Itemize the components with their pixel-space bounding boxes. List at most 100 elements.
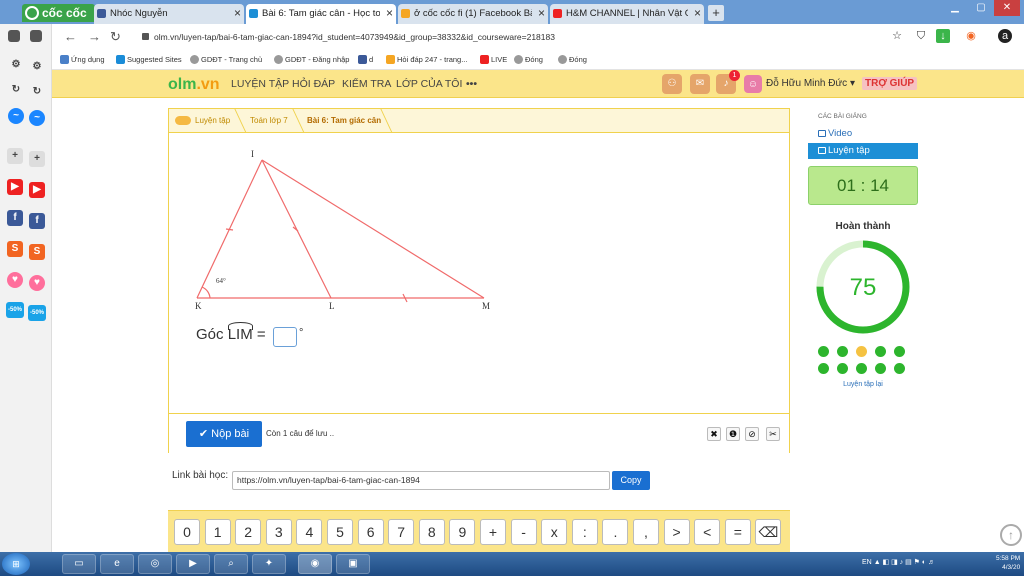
start-button[interactable]: ⊞ xyxy=(2,553,30,575)
key-2[interactable]: 2 xyxy=(235,519,262,545)
question-dot[interactable] xyxy=(837,363,848,374)
url-field[interactable]: olm.vn/luyen-tap/bai-6-tam-giac-can-1894… xyxy=(142,27,1012,47)
history-icon[interactable]: ↻ xyxy=(8,82,24,98)
key-backspace[interactable]: ⌫ xyxy=(755,519,782,545)
tab-bai-6[interactable]: Bài 6: Tam giác cân - Học toán × xyxy=(246,4,396,24)
heart-app-icon[interactable]: ♥ xyxy=(7,272,23,288)
block-icon[interactable]: ⊘ xyxy=(745,427,759,441)
key-6[interactable]: 6 xyxy=(357,519,384,545)
sale-icon[interactable]: -50% xyxy=(28,305,46,321)
notification-icon[interactable]: ♪ 1 xyxy=(716,70,740,94)
chrome-icon[interactable]: ◎ xyxy=(138,554,172,574)
key-8[interactable]: 8 xyxy=(418,519,445,545)
close-tab-icon[interactable]: × xyxy=(538,4,545,23)
media-player-icon[interactable]: ▶ xyxy=(176,554,210,574)
tab-nhoc-nguyen[interactable]: Nhóc Nguyễn × xyxy=(94,4,244,24)
bookmark-hoidap[interactable]: Hỏi đáp 247 - trang... xyxy=(386,55,467,64)
sidebar-panel-icon[interactable] xyxy=(30,30,42,42)
key-minus[interactable]: - xyxy=(510,519,537,545)
key-plus[interactable]: + xyxy=(480,519,506,545)
bookmark-star-icon[interactable]: ☆ xyxy=(890,29,904,43)
messenger-icon[interactable]: ~ xyxy=(29,110,45,126)
tray-icons[interactable]: ▲ ◧ ◨ ♪ ▤ ⚑ ◐ ♬ xyxy=(874,559,935,566)
key-equals[interactable]: = xyxy=(724,519,751,545)
add-app-icon[interactable]: + xyxy=(29,151,45,167)
shield-icon[interactable]: ⛉ xyxy=(914,29,928,43)
extension-icon[interactable]: ◉ xyxy=(964,29,978,43)
lesson-link-field[interactable]: https://olm.vn/luyen-tap/bai-6-tam-giac-… xyxy=(232,471,610,490)
key-less[interactable]: < xyxy=(694,519,721,545)
user-menu[interactable]: Đỗ Hữu Minh Đức ▾ xyxy=(766,78,855,89)
window-icon[interactable]: ▣ xyxy=(336,554,370,574)
help-button[interactable]: TRỢ GIÚP xyxy=(862,77,918,90)
history-icon[interactable]: ↻ xyxy=(29,84,45,100)
key-3[interactable]: 3 xyxy=(265,519,292,545)
question-dot[interactable] xyxy=(894,346,905,357)
close-tab-icon[interactable]: × xyxy=(694,4,701,23)
key-comma[interactable]: , xyxy=(633,519,659,545)
olm-logo[interactable]: olm.vn xyxy=(168,76,220,94)
bookmark-dong-1[interactable]: Đóng xyxy=(514,55,543,64)
new-tab-button[interactable]: + xyxy=(708,5,724,21)
key-1[interactable]: 1 xyxy=(204,519,231,545)
bookmark-apps[interactable]: Ứng dụng xyxy=(60,55,105,64)
maximize-button[interactable]: ▢ xyxy=(968,0,994,16)
info-icon[interactable]: ❶ xyxy=(726,427,740,441)
facebook-icon[interactable]: f xyxy=(7,210,23,226)
shopee-icon[interactable]: S xyxy=(29,244,45,260)
nav-more-icon[interactable]: ••• xyxy=(466,78,477,90)
coccoc-menu-button[interactable]: cốc cốc xyxy=(22,4,95,22)
key-7[interactable]: 7 xyxy=(388,519,415,545)
settings-icon[interactable]: ⚙ xyxy=(8,57,24,73)
sidebar-toggle-icon[interactable] xyxy=(8,30,20,42)
youtube-icon[interactable]: ▶ xyxy=(7,179,23,195)
tab-hm-channel[interactable]: H&M CHANNEL | Nhân Vật G × xyxy=(550,4,704,24)
bookmark-suggested-sites[interactable]: Suggested Sites xyxy=(116,55,182,64)
search-icon[interactable]: ⌕ xyxy=(214,554,248,574)
clock[interactable]: 5:58 PM 4/3/20 xyxy=(996,554,1020,572)
sidebar-item-video[interactable]: Video xyxy=(808,126,918,142)
minimize-button[interactable]: ▁ xyxy=(942,0,968,16)
ie-icon[interactable]: e xyxy=(100,554,134,574)
key-9[interactable]: 9 xyxy=(449,519,476,545)
avatar[interactable]: ☺ xyxy=(744,75,762,93)
shopee-icon[interactable]: S xyxy=(7,241,23,257)
reload-icon[interactable]: ↻ xyxy=(110,29,121,45)
nav-luyen-tap[interactable]: LUYỆN TẬP xyxy=(231,78,289,90)
bookmark-gddt-home[interactable]: GDĐT - Trang chủ xyxy=(190,55,262,64)
close-tab-icon[interactable]: × xyxy=(386,4,393,23)
explorer-icon[interactable]: ▭ xyxy=(62,554,96,574)
sale-icon[interactable]: -50% xyxy=(6,302,24,318)
question-dot[interactable] xyxy=(875,346,886,357)
nav-lop-cua-toi[interactable]: LỚP CỦA TÔI xyxy=(396,78,462,90)
scroll-top-icon[interactable]: ↑ xyxy=(1000,524,1022,546)
key-dot[interactable]: . xyxy=(602,519,629,545)
key-divide[interactable]: : xyxy=(571,519,598,545)
coccoc-taskbar-icon[interactable]: ◉ xyxy=(298,554,332,574)
question-dot[interactable] xyxy=(837,346,848,357)
download-icon[interactable]: ↓ xyxy=(936,29,950,43)
cut-icon[interactable]: ✂ xyxy=(766,427,780,441)
key-4[interactable]: 4 xyxy=(296,519,323,545)
add-app-icon[interactable]: + xyxy=(7,148,23,164)
bookmark-gddt-login[interactable]: GDĐT - Đăng nhập xyxy=(274,55,349,64)
messenger-icon[interactable]: ~ xyxy=(8,108,24,124)
nav-kiem-tra[interactable]: KIỂM TRA xyxy=(342,78,391,90)
copy-button[interactable]: Copy xyxy=(612,471,650,490)
profile-icon[interactable]: a xyxy=(998,29,1012,43)
bookmark-dong-2[interactable]: Đóng xyxy=(558,55,587,64)
back-icon[interactable]: ← xyxy=(64,29,77,44)
retry-link[interactable]: Luyện tập lại xyxy=(808,381,918,388)
facebook-icon[interactable]: f xyxy=(29,213,45,229)
question-dot[interactable] xyxy=(818,346,829,357)
nav-hoi-dap[interactable]: HỎI ĐÁP xyxy=(292,78,335,90)
close-tab-icon[interactable]: × xyxy=(234,4,241,23)
key-5[interactable]: 5 xyxy=(327,519,353,545)
chat-icon[interactable]: ✉ xyxy=(690,74,710,94)
heart-app-icon[interactable]: ♥ xyxy=(29,275,45,291)
bookmark-facebook-d[interactable]: d xyxy=(358,55,373,64)
question-dot[interactable] xyxy=(818,363,829,374)
submit-button[interactable]: ✔ Nộp bài xyxy=(186,421,262,447)
key-times[interactable]: x xyxy=(541,519,568,545)
question-dot[interactable] xyxy=(894,363,905,374)
